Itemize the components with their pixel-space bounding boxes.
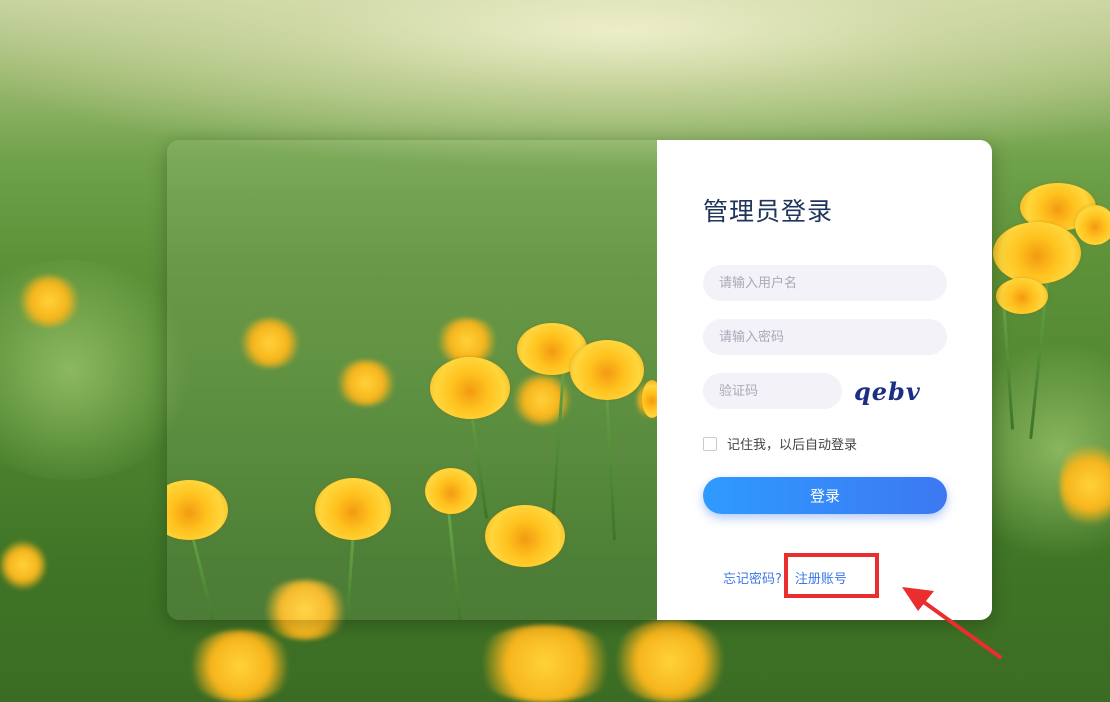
highlight-box bbox=[784, 553, 879, 598]
yellow-flower bbox=[315, 478, 391, 540]
card-photo-panel bbox=[167, 140, 667, 620]
login-button[interactable]: 登录 bbox=[703, 477, 947, 514]
yellow-flower bbox=[425, 468, 477, 514]
yellow-flower bbox=[167, 480, 228, 540]
background-flower bbox=[470, 625, 620, 702]
background-flower bbox=[18, 275, 80, 327]
yellow-flower bbox=[1075, 205, 1110, 245]
remember-me-label: 记住我，以后自动登录 bbox=[727, 438, 858, 453]
background-flower bbox=[185, 630, 295, 702]
red-arrow-icon bbox=[902, 587, 1002, 659]
remember-me-checkbox[interactable] bbox=[703, 436, 717, 451]
background-flower bbox=[335, 360, 397, 406]
login-card: 管理员登录 qebv 记住我，以后自动登录 登录 忘记密码? 注册账号 bbox=[167, 140, 992, 620]
forgot-password-link[interactable]: 忘记密码? bbox=[723, 568, 782, 587]
background-flower bbox=[239, 318, 301, 368]
yellow-flower bbox=[570, 340, 644, 400]
yellow-flower bbox=[485, 505, 565, 567]
captcha-image[interactable]: qebv bbox=[854, 377, 920, 407]
captcha-input[interactable] bbox=[703, 373, 842, 409]
page-title: 管理员登录 bbox=[703, 197, 834, 226]
login-form-panel: 管理员登录 qebv 记住我，以后自动登录 登录 忘记密码? 注册账号 bbox=[657, 140, 992, 620]
background-flower bbox=[610, 620, 730, 702]
remember-me[interactable]: 记住我，以后自动登录 bbox=[703, 434, 857, 453]
yellow-flower bbox=[996, 278, 1048, 314]
password-input[interactable] bbox=[703, 319, 947, 355]
flower-stem bbox=[344, 529, 355, 620]
yellow-flower bbox=[993, 222, 1081, 284]
flower-stem bbox=[447, 509, 463, 620]
yellow-flower bbox=[430, 357, 510, 419]
username-input[interactable] bbox=[703, 265, 947, 301]
background-flower bbox=[0, 540, 46, 590]
